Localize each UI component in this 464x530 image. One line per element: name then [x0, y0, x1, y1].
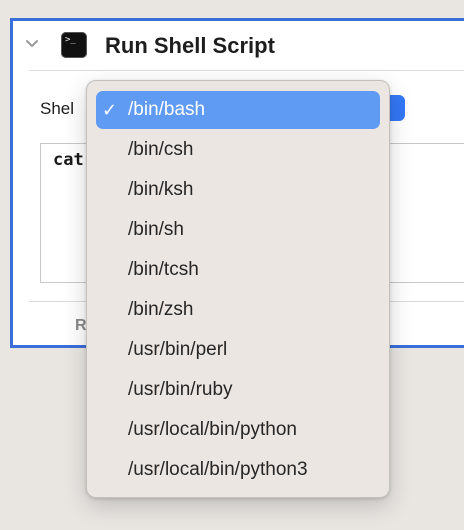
- menu-item-label: /bin/zsh: [128, 299, 194, 320]
- menu-item-label: /bin/ksh: [128, 179, 194, 200]
- script-text: cat: [53, 150, 84, 170]
- menu-item-shell[interactable]: /bin/tcsh: [96, 251, 380, 289]
- header-divider: [29, 70, 464, 71]
- chevron-down-icon[interactable]: [26, 38, 38, 50]
- menu-item-label: /usr/bin/perl: [128, 339, 228, 360]
- menu-item-shell[interactable]: /bin/ksh: [96, 171, 380, 209]
- menu-item-shell[interactable]: ✓ /bin/bash: [96, 91, 380, 129]
- footer-tab-results[interactable]: R: [75, 317, 87, 335]
- shell-dropdown-menu: ✓ /bin/bash/bin/csh/bin/ksh/bin/sh/bin/tc…: [86, 80, 390, 498]
- menu-item-shell[interactable]: /usr/local/bin/python: [96, 411, 380, 449]
- menu-item-label: /bin/bash: [128, 99, 206, 120]
- menu-item-label: /usr/bin/ruby: [128, 379, 233, 400]
- menu-item-label: /bin/csh: [128, 139, 194, 160]
- action-header: >_ Run Shell Script: [13, 21, 464, 69]
- menu-item-shell[interactable]: /usr/bin/ruby: [96, 371, 380, 409]
- terminal-icon: >_: [61, 32, 87, 58]
- checkmark-icon: ✓: [102, 100, 118, 120]
- menu-item-shell[interactable]: /bin/sh: [96, 211, 380, 249]
- menu-item-shell[interactable]: /bin/csh: [96, 131, 380, 169]
- menu-item-label: /usr/local/bin/python: [128, 419, 297, 440]
- menu-item-shell[interactable]: /usr/local/bin/python3: [96, 451, 380, 489]
- shell-label: Shel: [40, 99, 75, 118]
- action-title: Run Shell Script: [105, 33, 275, 58]
- menu-item-label: /bin/sh: [128, 219, 184, 240]
- menu-item-label: /bin/tcsh: [128, 259, 199, 280]
- menu-item-shell[interactable]: /usr/bin/perl: [96, 331, 380, 369]
- menu-item-label: /usr/local/bin/python3: [128, 459, 308, 480]
- menu-item-shell[interactable]: /bin/zsh: [96, 291, 380, 329]
